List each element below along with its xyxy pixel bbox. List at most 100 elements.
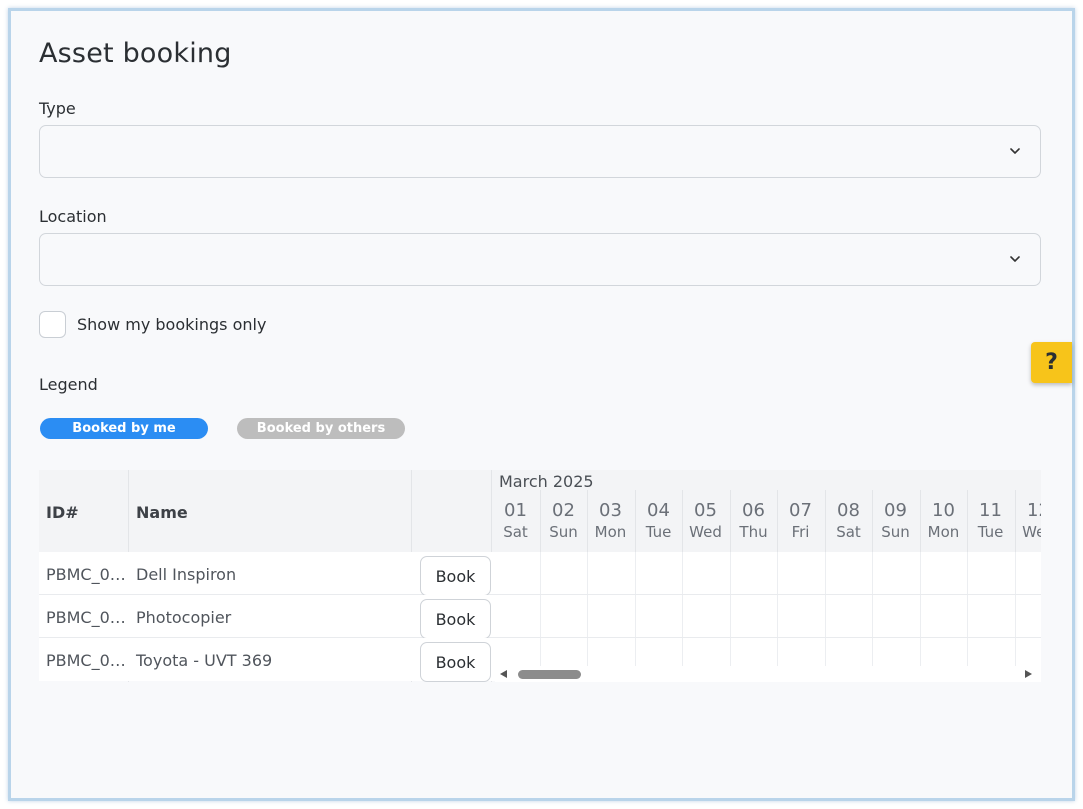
day-cell-divider [825, 595, 826, 637]
day-number: 08 [837, 500, 860, 521]
show-my-bookings-row: Show my bookings only [39, 311, 266, 338]
day-weekday: Fri [791, 523, 810, 541]
id-column-header: ID# [46, 503, 79, 522]
day-header: 09 Sun [872, 500, 919, 542]
day-cell-divider [825, 552, 826, 594]
chevron-down-icon [1010, 148, 1020, 154]
day-number: 05 [694, 500, 717, 521]
day-cell-divider [967, 552, 968, 594]
booking-grid: ID# Name March 2025 01 Sat 02 Sun 03 Mon 04 Tue… [39, 470, 1041, 682]
day-cell-divider [920, 552, 921, 594]
day-weekday: Tue [645, 523, 672, 541]
day-number: 09 [884, 500, 907, 521]
day-header-divider [1015, 490, 1016, 552]
scroll-left-arrow-icon[interactable] [500, 670, 507, 678]
day-weekday: Tue [977, 523, 1004, 541]
day-number: 11 [979, 500, 1002, 521]
day-cell-divider [587, 552, 588, 594]
book-button[interactable]: Book [420, 642, 491, 682]
day-header-divider [730, 490, 731, 552]
day-number: 01 [504, 500, 527, 521]
scroll-right-arrow-icon[interactable] [1025, 670, 1032, 678]
asset-id: PBMC_0… [46, 565, 126, 584]
day-number: 02 [552, 500, 575, 521]
location-select[interactable] [39, 233, 1041, 286]
day-cell-divider [920, 595, 921, 637]
page-title: Asset booking [39, 38, 232, 69]
day-header-divider [967, 490, 968, 552]
day-cell-divider [777, 595, 778, 637]
asset-name: Dell Inspiron [136, 565, 237, 584]
day-header: 03 Mon [587, 500, 634, 542]
legend-booked-by-others: Booked by others [237, 418, 405, 439]
day-cell-divider [730, 595, 731, 637]
day-cell-divider [730, 552, 731, 594]
name-column-header: Name [136, 503, 188, 522]
day-header: 11 Tue [967, 500, 1014, 542]
day-cell-divider [635, 552, 636, 594]
book-button[interactable]: Book [420, 556, 491, 596]
day-header: 01 Sat [492, 500, 539, 542]
show-my-bookings-checkbox[interactable] [39, 311, 66, 338]
day-header: 10 Mon [920, 500, 967, 542]
day-header: 06 Thu [730, 500, 777, 542]
asset-id: PBMC_0… [46, 651, 126, 670]
day-number: 10 [932, 500, 955, 521]
day-header-divider [682, 490, 683, 552]
asset-id: PBMC_0… [46, 608, 126, 627]
day-cell-divider [587, 595, 588, 637]
day-header-divider [920, 490, 921, 552]
day-weekday: Sat [836, 523, 861, 541]
day-weekday: Mon [927, 523, 960, 541]
book-button[interactable]: Book [420, 599, 491, 639]
day-cell-divider [1015, 595, 1016, 637]
day-header-divider [540, 490, 541, 552]
day-weekday: Thu [739, 523, 768, 541]
day-number: 04 [647, 500, 670, 521]
day-cell-divider [635, 595, 636, 637]
day-weekday: Sun [549, 523, 578, 541]
day-weekday: Sat [503, 523, 528, 541]
app-frame: Asset booking Type Location Show my book… [8, 8, 1075, 801]
scrollbar-thumb[interactable] [518, 670, 581, 679]
type-label: Type [39, 99, 76, 118]
day-weekday: Wed [1022, 523, 1041, 541]
show-my-bookings-label[interactable]: Show my bookings only [77, 315, 266, 334]
day-weekday: Mon [594, 523, 627, 541]
day-header: 02 Sun [540, 500, 587, 542]
day-header: 08 Sat [825, 500, 872, 542]
day-header-divider [872, 490, 873, 552]
day-header: 07 Fri [777, 500, 824, 542]
day-cell-divider [872, 595, 873, 637]
day-header-divider [635, 490, 636, 552]
type-select[interactable] [39, 125, 1041, 178]
help-button[interactable]: ? [1031, 342, 1072, 383]
table-row: PBMC_0… Photocopier Book [39, 595, 1041, 639]
day-header-divider [825, 490, 826, 552]
day-weekday: Sun [881, 523, 910, 541]
location-label: Location [39, 207, 107, 226]
day-cell-divider [682, 595, 683, 637]
day-cell-divider [967, 595, 968, 637]
day-number: 07 [789, 500, 812, 521]
day-number: 06 [742, 500, 765, 521]
day-header: 12 Wed [1015, 500, 1041, 542]
month-label: March 2025 [499, 472, 594, 491]
day-cell-divider [777, 552, 778, 594]
day-cell-divider [540, 595, 541, 637]
day-header-divider [777, 490, 778, 552]
day-cell-divider [1015, 552, 1016, 594]
day-number: 12 [1027, 500, 1041, 521]
legend-label: Legend [39, 375, 98, 394]
asset-name: Toyota - UVT 369 [136, 651, 273, 670]
horizontal-scrollbar[interactable] [495, 666, 1041, 682]
legend-booked-by-me: Booked by me [40, 418, 208, 439]
question-mark-icon: ? [1045, 350, 1058, 375]
day-header: 04 Tue [635, 500, 682, 542]
chevron-down-icon [1010, 256, 1020, 262]
day-header-divider [587, 490, 588, 552]
day-cell-divider [872, 552, 873, 594]
asset-name: Photocopier [136, 608, 232, 627]
day-header: 05 Wed [682, 500, 729, 542]
day-number: 03 [599, 500, 622, 521]
